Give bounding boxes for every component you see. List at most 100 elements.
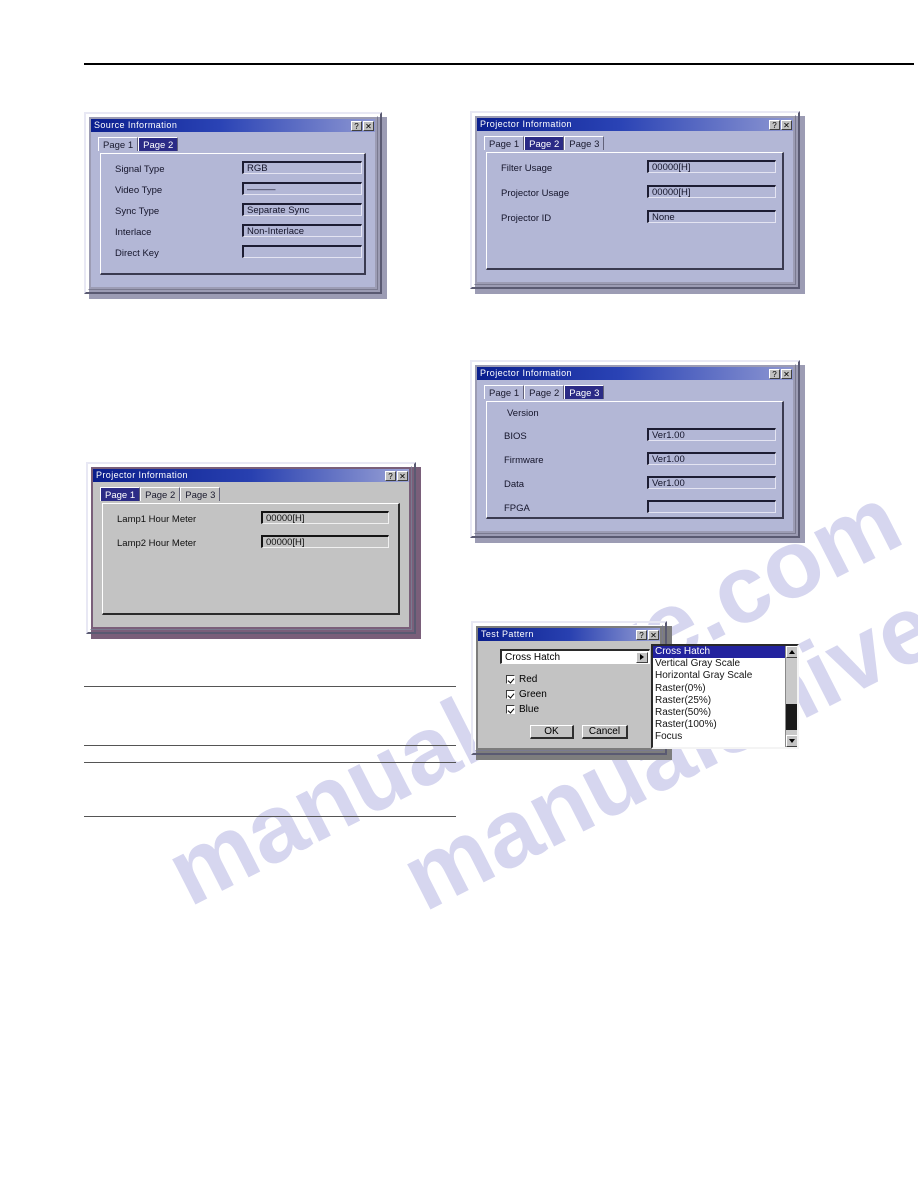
ok-button[interactable]: OK <box>530 725 574 739</box>
window-frame-inner: Projector Information ? ✕ Page 1 Page 2 … <box>90 466 412 630</box>
window-frame-inner: Test Pattern ? ✕ Cross Hatch Red Green B… <box>475 625 663 751</box>
field-row: Interlace <box>115 227 151 238</box>
tab-page-3[interactable]: Page 3 <box>180 487 221 501</box>
checkbox-row-red[interactable]: Red <box>506 674 537 685</box>
titlebar[interactable]: Projector Information ? ✕ <box>477 118 793 131</box>
field-value-projector-id[interactable]: None <box>647 210 776 223</box>
window-body: Cross Hatch Red Green Blue OK Cancel <box>478 641 660 748</box>
list-item[interactable]: Raster(50%) <box>653 707 797 719</box>
tab-page-1[interactable]: Page 1 <box>484 385 525 399</box>
checkbox-green[interactable] <box>506 690 515 699</box>
field-row: FPGA <box>504 503 530 514</box>
titlebar[interactable]: Source Information ? ✕ <box>91 119 375 132</box>
field-value-lamp2-hour-meter[interactable]: 00000[H] <box>261 535 389 548</box>
window-frame: Test Pattern ? ✕ Cross Hatch Red Green B… <box>471 621 667 755</box>
checkbox-row-blue[interactable]: Blue <box>506 704 539 715</box>
list-item[interactable]: Focus <box>653 731 797 743</box>
window-frame-inner: Projector Information ? ✕ Page 1 Page 2 … <box>474 364 796 534</box>
list-item[interactable]: Raster(0%) <box>653 683 797 695</box>
field-value-signal-type[interactable]: RGB <box>242 161 362 174</box>
field-row: Lamp1 Hour Meter <box>117 514 196 525</box>
list-item[interactable]: Cross Hatch <box>653 646 797 659</box>
tab-page-3[interactable]: Page 3 <box>564 385 605 399</box>
content-rule-2 <box>84 745 456 746</box>
close-icon[interactable]: ✕ <box>648 629 659 640</box>
tab-panel: Filter Usage 00000[H] Projector Usage 00… <box>486 152 784 270</box>
tab-page-2[interactable]: Page 2 <box>524 136 565 150</box>
field-value-data[interactable]: Ver1.00 <box>647 476 776 489</box>
close-icon[interactable]: ✕ <box>397 470 408 481</box>
tab-page-1[interactable]: Page 1 <box>100 487 141 501</box>
field-row: Projector ID <box>501 213 551 224</box>
titlebar[interactable]: Projector Information ? ✕ <box>93 469 409 482</box>
list-item[interactable]: Raster(100%) <box>653 719 797 731</box>
tab-page-1[interactable]: Page 1 <box>98 137 139 151</box>
scrollbar-thumb[interactable] <box>786 704 797 730</box>
window-body: Page 1 Page 2 Page 3 Filter Usage 00000[… <box>477 131 793 282</box>
chevron-down-icon[interactable] <box>636 651 648 663</box>
content-rule-1 <box>84 686 456 687</box>
close-icon[interactable]: ✕ <box>363 120 374 131</box>
help-icon[interactable]: ? <box>769 368 780 379</box>
field-value-interlace[interactable]: Non-Interlace <box>242 224 362 237</box>
tab-bar: Page 1 Page 2 Page 3 <box>484 135 788 150</box>
checkbox-row-green[interactable]: Green <box>506 689 547 700</box>
window-title: Projector Information <box>480 368 572 378</box>
list-item[interactable]: Vertical Gray Scale <box>653 658 797 670</box>
checkbox-red[interactable] <box>506 675 515 684</box>
tab-bar: Page 1 Page 2 <box>98 136 370 151</box>
field-value-firmware[interactable]: Ver1.00 <box>647 452 776 465</box>
test-pattern-window[interactable]: Test Pattern ? ✕ Cross Hatch Red Green B… <box>471 621 672 760</box>
close-icon[interactable]: ✕ <box>781 368 792 379</box>
page-header-rule <box>84 63 914 65</box>
tab-bar: Page 1 Page 2 Page 3 <box>100 486 404 501</box>
field-label: Sync Type <box>115 206 160 217</box>
list-item[interactable]: Horizontal Gray Scale <box>653 670 797 682</box>
window-frame-inner: Source Information ? ✕ Page 1 Page 2 Sig… <box>88 116 378 290</box>
content-rule-4 <box>84 816 456 817</box>
field-value-sync-type[interactable]: Separate Sync <box>242 203 362 216</box>
source-information-window[interactable]: Source Information ? ✕ Page 1 Page 2 Sig… <box>84 112 387 299</box>
field-value-fpga[interactable] <box>647 500 776 513</box>
field-value-video-type[interactable]: ——— <box>242 182 362 195</box>
tab-page-1[interactable]: Page 1 <box>484 136 525 150</box>
dropdown-scrollbar[interactable] <box>785 646 797 747</box>
list-item[interactable]: Raster(25%) <box>653 695 797 707</box>
cancel-button[interactable]: Cancel <box>582 725 628 739</box>
help-icon[interactable]: ? <box>351 120 362 131</box>
version-group-label: Version <box>507 408 539 419</box>
titlebar[interactable]: Test Pattern ? ✕ <box>478 628 660 641</box>
field-value-projector-usage[interactable]: 00000[H] <box>647 185 776 198</box>
field-value-direct-key[interactable] <box>242 245 362 258</box>
titlebar[interactable]: Projector Information ? ✕ <box>477 367 793 380</box>
help-icon[interactable]: ? <box>385 470 396 481</box>
field-value-bios[interactable]: Ver1.00 <box>647 428 776 441</box>
field-value-lamp1-hour-meter[interactable]: 00000[H] <box>261 511 389 524</box>
checkbox-label: Green <box>519 689 547 700</box>
tab-panel: Version BIOS Ver1.00 Firmware Ver1.00 Da… <box>486 401 784 519</box>
close-icon[interactable]: ✕ <box>781 119 792 130</box>
field-value-filter-usage[interactable]: 00000[H] <box>647 160 776 173</box>
tab-page-2[interactable]: Page 2 <box>138 137 179 151</box>
scroll-down-icon[interactable] <box>786 735 797 747</box>
projector-information-page2-window[interactable]: Projector Information ? ✕ Page 1 Page 2 … <box>470 111 805 294</box>
tab-page-3[interactable]: Page 3 <box>564 136 605 150</box>
field-label: BIOS <box>504 431 527 442</box>
field-row: Projector Usage <box>501 188 569 199</box>
group-label-row: Version <box>507 408 539 419</box>
projector-information-page1-window[interactable]: Projector Information ? ✕ Page 1 Page 2 … <box>86 462 421 639</box>
test-pattern-dropdown-list[interactable]: Cross Hatch Vertical Gray Scale Horizont… <box>651 644 799 749</box>
checkbox-blue[interactable] <box>506 705 515 714</box>
window-title: Source Information <box>94 120 178 130</box>
projector-information-page3-window[interactable]: Projector Information ? ✕ Page 1 Page 2 … <box>470 360 805 543</box>
window-body: Page 1 Page 2 Signal Type RGB Video Type… <box>91 132 375 287</box>
field-label: Data <box>504 479 525 490</box>
tab-page-2[interactable]: Page 2 <box>524 385 565 399</box>
test-pattern-combo[interactable]: Cross Hatch <box>500 649 650 664</box>
scroll-up-icon[interactable] <box>786 646 797 658</box>
titlebar-buttons: ? ✕ <box>769 119 792 130</box>
help-icon[interactable]: ? <box>636 629 647 640</box>
tab-page-2[interactable]: Page 2 <box>140 487 181 501</box>
help-icon[interactable]: ? <box>769 119 780 130</box>
checkbox-label: Blue <box>519 704 540 715</box>
